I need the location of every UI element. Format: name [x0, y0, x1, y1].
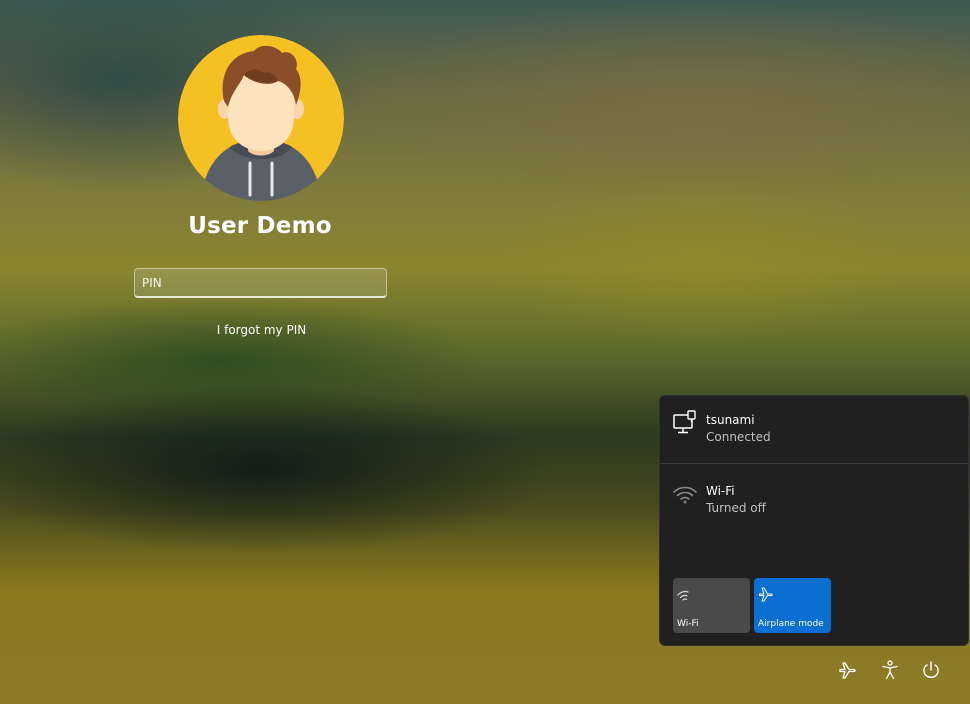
power-icon: [923, 661, 939, 678]
network-name: tsunami: [706, 413, 755, 427]
forgot-pin-link[interactable]: I forgot my PIN: [160, 323, 363, 337]
avatar-illustration: [178, 35, 344, 201]
tile-label: Airplane mode: [758, 619, 824, 629]
pin-input[interactable]: [134, 268, 387, 298]
network-name: Wi-Fi: [706, 484, 735, 498]
airplane-icon: [759, 587, 773, 602]
network-status: Turned off: [706, 501, 766, 515]
network-status-button[interactable]: [837, 659, 859, 681]
user-name: User Demo: [188, 213, 332, 239]
wifi-toggle-tile[interactable]: Wi-Fi: [673, 578, 750, 633]
network-item-wifi[interactable]: Wi-Fi Turned off: [660, 467, 968, 529]
accessibility-icon: [882, 660, 898, 680]
accessibility-button[interactable]: [879, 659, 901, 681]
ethernet-computer-icon: [673, 410, 696, 434]
flyout-divider: [660, 463, 968, 464]
network-status: Connected: [706, 430, 771, 444]
wifi-icon: [673, 486, 697, 504]
power-button[interactable]: [920, 659, 942, 681]
network-item-ethernet[interactable]: tsunami Connected: [660, 396, 968, 458]
airplane-icon: [839, 662, 856, 679]
network-flyout: tsunami Connected Wi-Fi Turned off Wi-Fi: [659, 395, 969, 646]
airplane-mode-tile[interactable]: Airplane mode: [754, 578, 831, 633]
user-avatar: [178, 35, 344, 201]
wifi-icon: [677, 590, 689, 601]
lock-screen: User Demo I forgot my PIN tsunami Connec…: [0, 0, 970, 704]
tile-label: Wi-Fi: [677, 619, 699, 629]
